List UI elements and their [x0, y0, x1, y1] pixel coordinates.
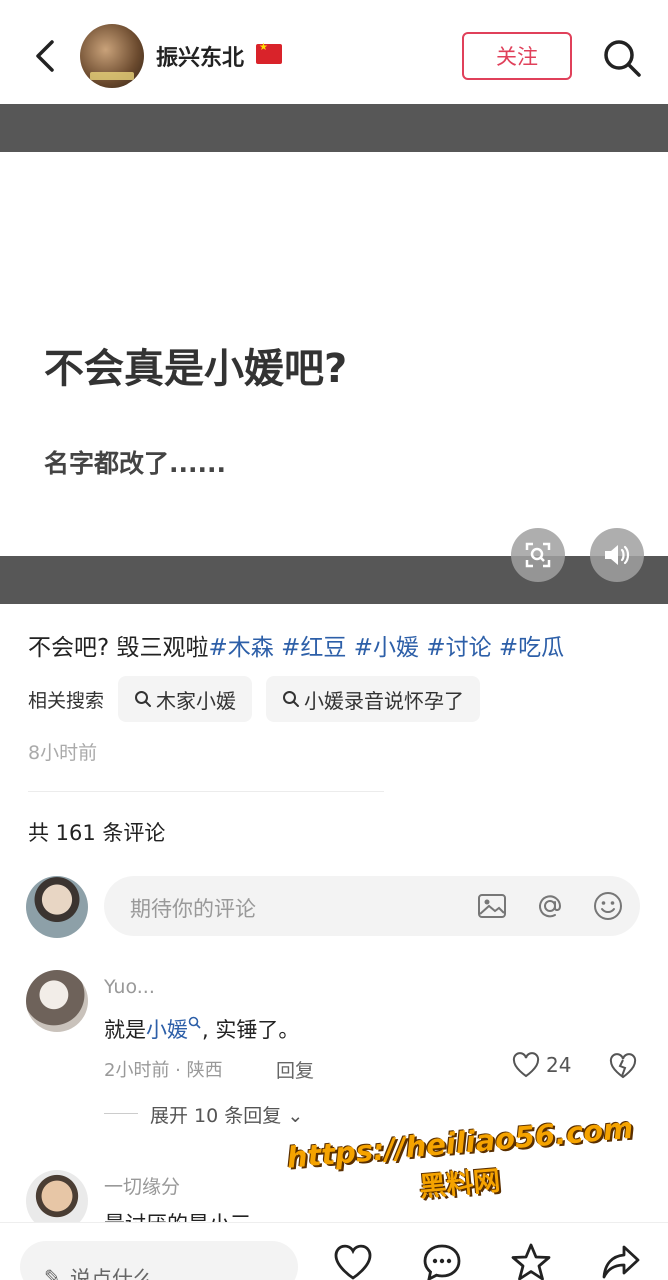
broken-heart-icon[interactable] — [608, 1052, 638, 1080]
post-subtitle: 名字都改了...... — [44, 449, 226, 478]
commenter-name[interactable]: Yuo... — [104, 976, 155, 998]
reply-button[interactable]: 回复 — [276, 1056, 314, 1083]
star-icon[interactable] — [510, 1241, 552, 1280]
top-nav-bar: 振兴东北 关注 — [0, 0, 668, 104]
back-arrow-icon[interactable] — [30, 36, 60, 76]
chip-label: 小媛录音说怀孕了 — [304, 688, 465, 713]
post-title: 不会真是小媛吧? — [44, 346, 348, 392]
hashtag[interactable]: #小媛 — [354, 635, 419, 661]
related-search: 相关搜索 木家小媛 小媛录音说怀孕了 — [28, 676, 494, 722]
share-icon[interactable] — [600, 1241, 642, 1280]
hashtag[interactable]: #红豆 — [281, 635, 346, 661]
comment-text-part: 就是 — [104, 1018, 146, 1042]
caption-text: 不会吧? 毁三观啦 — [28, 635, 209, 661]
related-search-chip[interactable]: 木家小媛 — [118, 676, 253, 722]
post-image: 不会真是小媛吧? 名字都改了...... — [0, 104, 668, 604]
comment-search-link[interactable]: 小媛 — [146, 1018, 188, 1042]
image-band-bottom — [0, 556, 668, 604]
hashtag[interactable]: #讨论 — [426, 635, 491, 661]
post-time: 8小时前 — [28, 742, 98, 764]
related-search-chip[interactable]: 小媛录音说怀孕了 — [266, 676, 481, 722]
commenter-name[interactable]: 一切缘分 — [104, 1172, 180, 1199]
bottom-action-bar: ✎ 说点什么... — [0, 1222, 668, 1280]
expand-divider — [104, 1113, 138, 1114]
comment-icon[interactable] — [421, 1241, 463, 1280]
like-button[interactable]: 24 — [512, 1052, 571, 1078]
say-something-input[interactable]: ✎ 说点什么... — [20, 1241, 298, 1280]
author-name[interactable]: 振兴东北 — [156, 40, 244, 72]
search-icon[interactable] — [600, 36, 644, 80]
search-icon — [135, 691, 152, 707]
divider — [28, 791, 384, 792]
chevron-down-icon: ⌄ — [287, 1105, 304, 1127]
china-flag-icon — [256, 42, 282, 64]
heart-icon[interactable] — [332, 1241, 374, 1280]
search-icon — [283, 691, 300, 707]
speaker-icon — [605, 545, 630, 565]
image-scan-button[interactable] — [511, 528, 565, 582]
related-search-label: 相关搜索 — [28, 689, 105, 712]
watermark: https://heiliao56.com 黑料网 — [285, 1111, 634, 1215]
pen-icon: ✎ — [44, 1265, 61, 1280]
emoji-icon[interactable] — [592, 890, 624, 922]
say-placeholder: 说点什么... — [70, 1267, 175, 1280]
comment-text-part: , 实锤了。 — [202, 1018, 300, 1042]
comment-input[interactable]: 期待你的评论 — [104, 876, 640, 936]
hashtag[interactable]: #木森 — [209, 635, 274, 661]
expand-replies-button[interactable]: 展开 10 条回复 ⌄ — [150, 1101, 303, 1128]
chip-label: 木家小媛 — [156, 688, 237, 713]
scan-icon — [525, 542, 551, 568]
author-avatar[interactable] — [80, 24, 144, 88]
comment-count: 共 161 条评论 — [28, 821, 166, 845]
image-band-top — [0, 104, 668, 152]
like-count: 24 — [546, 1053, 572, 1077]
comment-meta: 2小时前 · 陕西 — [104, 1060, 223, 1081]
hashtag[interactable]: #吃瓜 — [499, 635, 564, 661]
expand-label: 展开 10 条回复 — [150, 1105, 282, 1127]
image-icon[interactable] — [476, 890, 508, 922]
follow-button[interactable]: 关注 — [462, 32, 572, 80]
post-caption: 不会吧? 毁三观啦#木森 #红豆 #小媛 #讨论 #吃瓜 — [28, 628, 564, 662]
my-avatar — [26, 876, 88, 938]
volume-button[interactable] — [590, 528, 644, 582]
search-icon — [188, 1016, 201, 1029]
heart-icon — [512, 1052, 540, 1078]
commenter-avatar[interactable] — [26, 970, 88, 1032]
comment-text: 就是小媛 , 实锤了。 — [104, 1014, 299, 1044]
comment-placeholder: 期待你的评论 — [130, 897, 256, 921]
mention-icon[interactable] — [534, 890, 566, 922]
